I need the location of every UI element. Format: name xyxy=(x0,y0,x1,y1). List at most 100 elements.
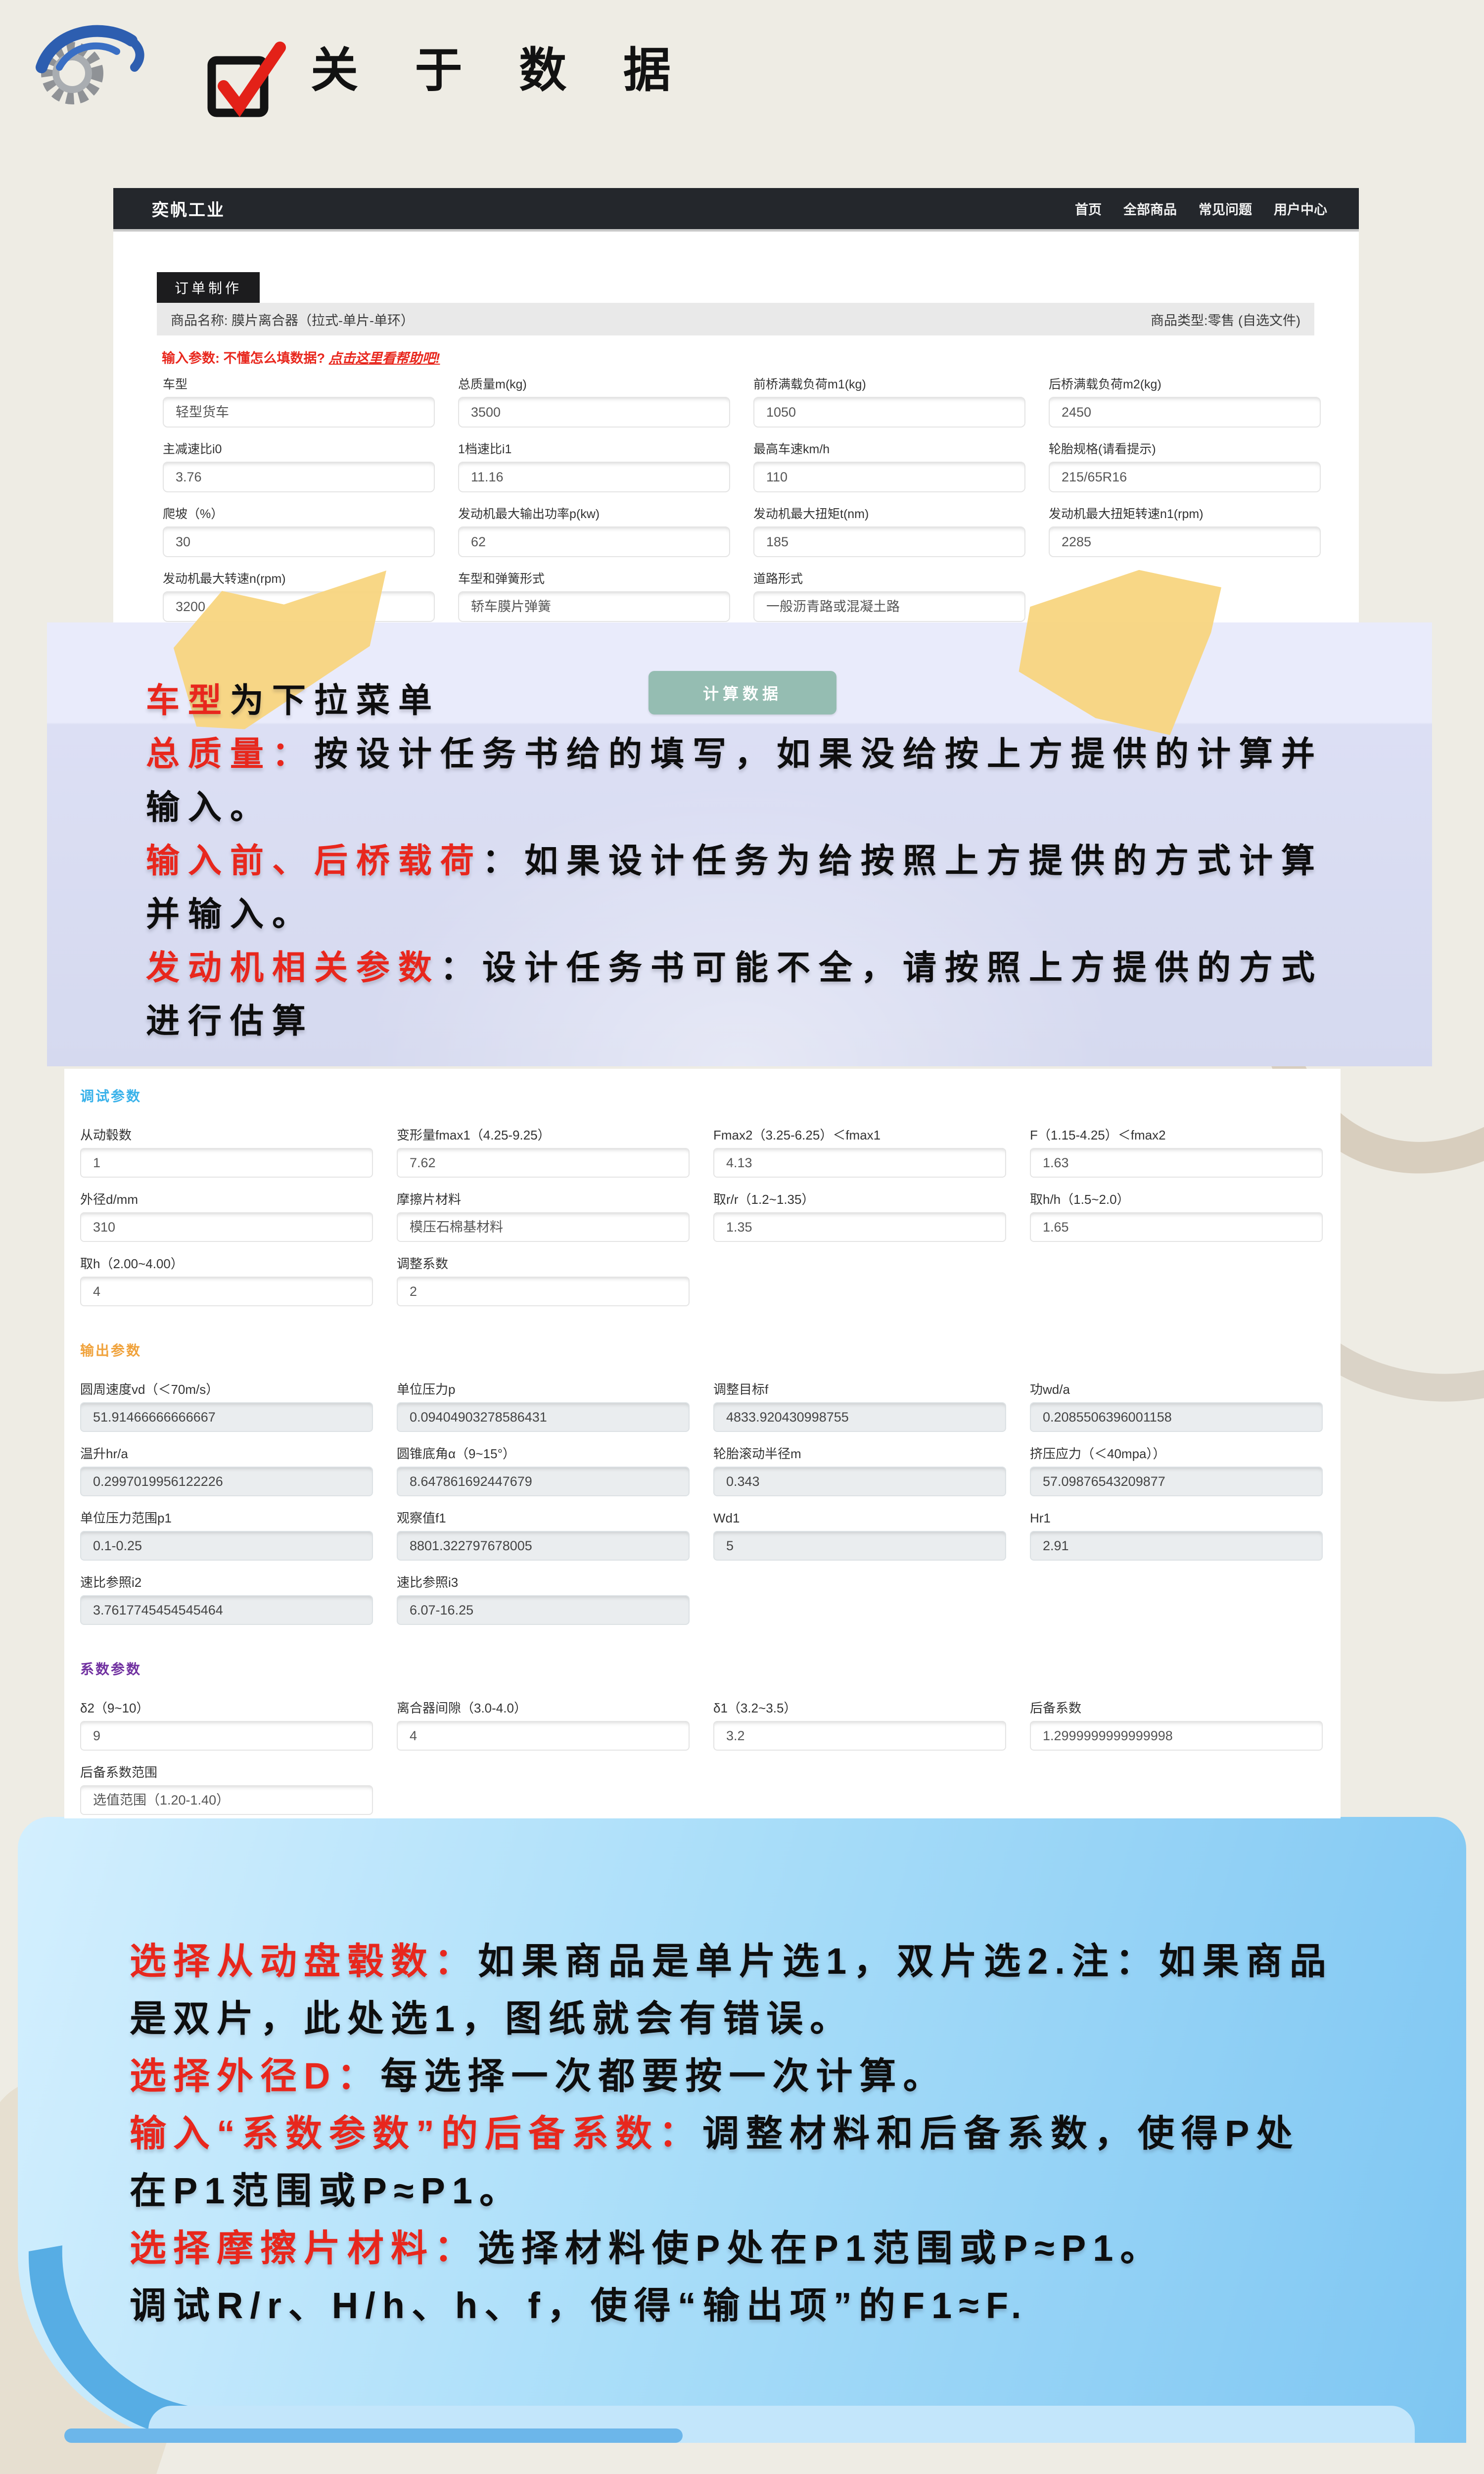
note-line: 输入“系数参数”的后备系数：调整材料和后备系数，使得P处 xyxy=(130,2105,1455,2162)
field-input[interactable]: 2 xyxy=(397,1277,690,1306)
field-label: 后备系数 xyxy=(1030,1700,1323,1716)
company-logo-icon xyxy=(29,18,182,107)
field-label: 速比参照i2 xyxy=(80,1574,373,1590)
field-label: 变形量fmax1（4.25-9.25） xyxy=(397,1127,690,1143)
field-label: 车型和弹簧形式 xyxy=(458,571,730,587)
note-line: 输入。 xyxy=(146,781,1392,834)
form-field: F（1.15-4.25）＜fmax21.63 xyxy=(1030,1127,1323,1178)
note-line: 发动机相关参数：设计任务书可能不全，请按照上方提供的方式 xyxy=(146,941,1392,995)
note-text-segment: 输入。 xyxy=(146,789,272,826)
form-field: 前桥满载负荷m1(kg) 1050 xyxy=(753,376,1025,428)
field-output: 0.343 xyxy=(713,1467,1006,1496)
field-label: Hr1 xyxy=(1030,1510,1323,1526)
field-output: 4833.920430998755 xyxy=(713,1402,1006,1432)
field-input[interactable]: 4 xyxy=(397,1721,690,1751)
form-field: 温升hr/a0.2997019956122226 xyxy=(80,1446,373,1496)
form-field: 单位压力p0.09404903278586431 xyxy=(397,1381,690,1432)
field-label: 轮胎滚动半径m xyxy=(713,1446,1006,1462)
field-input[interactable]: 4.13 xyxy=(713,1148,1006,1178)
section-title: 系数参数 xyxy=(80,1659,1341,1678)
field-input[interactable]: 模压石棉基材料 xyxy=(397,1212,690,1242)
form-field: 发动机最大输出功率p(kw)62 xyxy=(458,506,730,557)
field-input[interactable]: 轻型货车 xyxy=(163,397,435,428)
note-line: 进行估算 xyxy=(146,995,1392,1048)
note-text-segment: ：如果设计任务为给按照上方提供的方式计算 xyxy=(482,842,1323,880)
form-field: 圆锥底角α（9~15°） 8.647861692447679 xyxy=(397,1446,690,1496)
field-label: 挤压应力（＜40mpa）） xyxy=(1030,1446,1323,1462)
field-label: 1档速比i1 xyxy=(458,441,730,458)
tab-order-create[interactable]: 订单制作 xyxy=(157,272,260,303)
field-input[interactable]: 7.62 xyxy=(397,1148,690,1178)
field-input[interactable]: 1.63 xyxy=(1030,1148,1323,1178)
form-field: 最高车速km/h110 xyxy=(753,441,1025,492)
field-input[interactable]: 3500 xyxy=(458,397,730,428)
field-input[interactable]: 1050 xyxy=(753,397,1025,428)
form-field: 取r/r（1.2~1.35） 1.35 xyxy=(713,1191,1006,1242)
form-field: δ2（9~10）9 xyxy=(80,1700,373,1751)
nav-link[interactable]: 常见问题 xyxy=(1199,199,1252,218)
nav-link[interactable]: 首页 xyxy=(1075,199,1102,218)
help-link[interactable]: 点击这里看帮助吧! xyxy=(329,351,440,366)
field-label: 发动机最大扭矩t(nm) xyxy=(753,506,1025,523)
navbar-brand[interactable]: 奕帆工业 xyxy=(113,196,225,221)
form-field: 车型轻型货车 xyxy=(163,376,435,428)
field-label: 外径d/mm xyxy=(80,1191,373,1207)
field-label: Fmax2（3.25-6.25）＜fmax1 xyxy=(713,1127,1006,1143)
form-field: 功wd/a0.2085506396001158 xyxy=(1030,1381,1323,1432)
field-label: 前桥满载负荷m1(kg) xyxy=(753,376,1025,393)
checkbox-check-icon xyxy=(202,35,291,124)
field-input[interactable]: 30 xyxy=(163,526,435,557)
form-field: 轮胎规格(请看提示)215/65R16 xyxy=(1049,441,1321,492)
nav-link[interactable]: 全部商品 xyxy=(1123,199,1177,218)
nav-link[interactable]: 用户中心 xyxy=(1274,199,1327,218)
field-input[interactable]: 选值范围（1.20-1.40） xyxy=(80,1785,373,1815)
field-input[interactable]: 185 xyxy=(753,526,1025,557)
field-input[interactable]: 9 xyxy=(80,1721,373,1751)
parameter-grid: δ2（9~10）9离合器间隙（3.0-4.0）4δ1（3.2~3.5）3.2后备… xyxy=(80,1700,1341,1818)
field-input[interactable]: 一般沥青路或混凝土路 xyxy=(753,591,1025,622)
form-field: 观察值f18801.322797678005 xyxy=(397,1510,690,1561)
field-output: 8.647861692447679 xyxy=(397,1467,690,1496)
field-input[interactable]: 轿车膜片弹簧 xyxy=(458,591,730,622)
field-label: 调整系数 xyxy=(397,1256,690,1272)
field-input[interactable]: 310 xyxy=(80,1212,373,1242)
field-input[interactable]: 1 xyxy=(80,1148,373,1178)
field-output: 51.91466666666667 xyxy=(80,1402,373,1432)
note-text-segment: 总质量： xyxy=(146,735,314,773)
note-line: 是双片，此处选1，图纸就会有错误。 xyxy=(130,1990,1455,2047)
note-text-segment: 发动机相关参数 xyxy=(146,949,440,987)
form-field: 后备系数范围选值范围（1.20-1.40） xyxy=(80,1764,373,1815)
blue-wave-decoration xyxy=(64,2428,683,2443)
field-input[interactable]: 2450 xyxy=(1049,397,1321,428)
field-label: 取r/r（1.2~1.35） xyxy=(713,1191,1006,1207)
field-output: 0.09404903278586431 xyxy=(397,1402,690,1432)
field-output: 3.7617745454545464 xyxy=(80,1595,373,1625)
field-label: Wd1 xyxy=(713,1510,1006,1526)
note-line: 输入前、后桥载荷：如果设计任务为给按照上方提供的方式计算 xyxy=(146,834,1392,888)
field-input[interactable]: 4 xyxy=(80,1277,373,1306)
form-field: 主减速比i03.76 xyxy=(163,441,435,492)
field-input[interactable]: 62 xyxy=(458,526,730,557)
field-input[interactable]: 2285 xyxy=(1049,526,1321,557)
field-label: 从动毂数 xyxy=(80,1127,373,1143)
field-input[interactable]: 3.76 xyxy=(163,462,435,492)
field-label: 摩擦片材料 xyxy=(397,1191,690,1207)
form-field: Hr12.91 xyxy=(1030,1510,1323,1561)
form-field: Fmax2（3.25-6.25）＜fmax1 4.13 xyxy=(713,1127,1006,1178)
field-output: 0.2997019956122226 xyxy=(80,1467,373,1496)
note-line: 总质量：按设计任务书给的填写，如果没给按上方提供的计算并 xyxy=(146,727,1392,781)
field-input[interactable]: 1.35 xyxy=(713,1212,1006,1242)
field-output: 5 xyxy=(713,1531,1006,1561)
field-input[interactable]: 3.2 xyxy=(713,1721,1006,1751)
field-input[interactable]: 1.2999999999999998 xyxy=(1030,1721,1323,1751)
field-input[interactable]: 110 xyxy=(753,462,1025,492)
field-input[interactable]: 215/65R16 xyxy=(1049,462,1321,492)
field-input[interactable]: 11.16 xyxy=(458,462,730,492)
field-output: 6.07-16.25 xyxy=(397,1595,690,1625)
note-text-segment: 选择从动盘毂数： xyxy=(130,1941,478,1982)
field-input[interactable]: 1.65 xyxy=(1030,1212,1323,1242)
form-field: 爬坡（%）30 xyxy=(163,506,435,557)
field-label: 圆锥底角α（9~15°） xyxy=(397,1446,690,1462)
field-label: 后备系数范围 xyxy=(80,1764,373,1780)
form-field: 速比参照i36.07-16.25 xyxy=(397,1574,690,1625)
